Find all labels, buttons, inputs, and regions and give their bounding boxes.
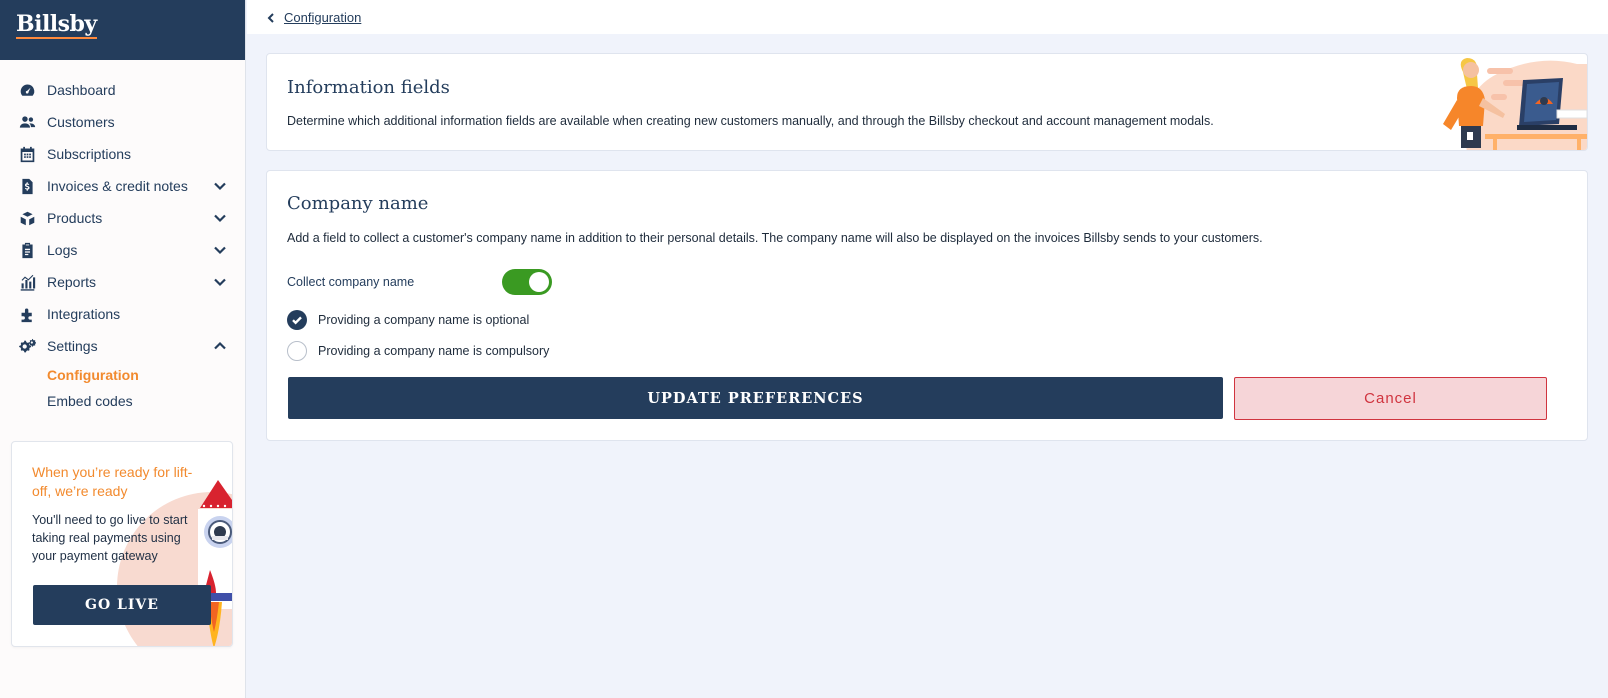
sidebar-item-label: Dashboard (47, 82, 116, 98)
option-compulsory-label: Providing a company name is compulsory (318, 344, 550, 358)
go-live-promo: When you’re ready for lift-off, we’re re… (11, 441, 233, 647)
sidebar-item-label: Products (47, 210, 103, 226)
users-icon (18, 113, 36, 131)
sidebar-item-label: Settings (47, 338, 98, 354)
sidebar-item-reports[interactable]: Reports (0, 266, 245, 298)
dashboard-icon (18, 81, 36, 99)
chevron-left-icon[interactable] (265, 11, 277, 23)
clipboard-icon (18, 241, 36, 259)
sidebar-item-logs[interactable]: Logs (0, 234, 245, 266)
option-compulsory[interactable]: Providing a company name is compulsory (287, 341, 549, 361)
sidebar-item-label: Reports (47, 274, 97, 290)
information-fields-card: Information fields Determine which addit… (266, 53, 1588, 151)
collect-company-name-toggle[interactable] (502, 269, 552, 295)
page-title: Information fields (287, 77, 450, 98)
billsby-logo[interactable]: Billsby (16, 12, 97, 39)
chevron-down-icon[interactable] (213, 179, 227, 193)
calendar-icon (18, 145, 36, 163)
collect-company-name-row: Collect company name (287, 269, 552, 295)
chevron-down-icon[interactable] (213, 243, 227, 257)
puzzle-icon (18, 305, 36, 323)
gears-icon (18, 337, 36, 355)
chart-icon (18, 273, 36, 291)
sidebar-item-label: Logs (47, 242, 78, 258)
boxes-icon (18, 209, 36, 227)
sidebar-item-label: Integrations (47, 306, 121, 322)
company-name-description: Add a field to collect a customer's comp… (287, 231, 1263, 245)
cancel-button[interactable]: Cancel (1234, 377, 1547, 420)
chevron-down-icon[interactable] (213, 275, 227, 289)
sidebar-item-dashboard[interactable]: Dashboard (0, 74, 245, 106)
breadcrumb-configuration-link[interactable]: Configuration (284, 10, 361, 25)
radio-checked-icon[interactable] (287, 310, 307, 330)
invoice-icon (18, 177, 36, 195)
company-name-card: Company name Add a field to collect a cu… (266, 170, 1588, 441)
promo-text: You'll need to go live to start taking r… (32, 513, 188, 563)
option-optional[interactable]: Providing a company name is optional (287, 310, 529, 330)
sidebar-item-integrations[interactable]: Integrations (0, 298, 245, 330)
chevron-down-icon[interactable] (213, 211, 227, 225)
go-live-button[interactable]: GO LIVE (33, 585, 211, 625)
sidebar-item-subscriptions[interactable]: Subscriptions (0, 138, 245, 170)
sidebar-subitem-embed-codes[interactable]: Embed codes (0, 388, 245, 414)
information-fields-description: Determine which additional information f… (287, 114, 1214, 128)
chevron-up-icon[interactable] (213, 339, 227, 353)
sidebar: Billsby Dashboard Customers Subscription… (0, 0, 246, 698)
woman-laptop-illustration (1443, 58, 1587, 150)
sidebar-item-label: Customers (47, 114, 115, 130)
company-name-title: Company name (287, 193, 429, 214)
sidebar-subitem-configuration[interactable]: Configuration (0, 362, 245, 388)
sidebar-item-settings[interactable]: Settings (0, 330, 245, 362)
update-preferences-button[interactable]: UPDATE PREFERENCES (288, 377, 1223, 419)
option-optional-label: Providing a company name is optional (318, 313, 530, 327)
brand-bar: Billsby (0, 0, 245, 60)
sidebar-nav: Dashboard Customers Subscriptions Invoic… (0, 60, 245, 414)
radio-unchecked-icon[interactable] (287, 341, 307, 361)
promo-title: When you’re ready for lift-off, we’re re… (32, 464, 193, 499)
sidebar-item-invoices[interactable]: Invoices & credit notes (0, 170, 245, 202)
sidebar-item-customers[interactable]: Customers (0, 106, 245, 138)
sidebar-item-label: Subscriptions (47, 146, 132, 162)
toggle-knob (529, 272, 549, 292)
collect-company-name-label: Collect company name (287, 275, 415, 289)
sidebar-item-products[interactable]: Products (0, 202, 245, 234)
breadcrumb: Configuration (247, 0, 1608, 34)
sidebar-item-label: Invoices & credit notes (47, 178, 188, 194)
